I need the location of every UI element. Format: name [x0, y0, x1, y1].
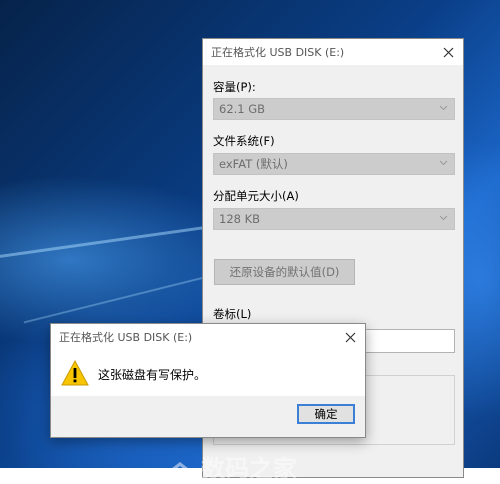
filesystem-select[interactable]: exFAT (默认)	[213, 153, 455, 175]
allocation-label: 分配单元大小(A)	[213, 189, 299, 203]
message-box-titlebar: 正在格式化 USB DISK (E:)	[51, 324, 365, 350]
volume-label: 卷标(L)	[213, 307, 252, 321]
capacity-select[interactable]: 62.1 GB	[213, 98, 455, 120]
watermark-logo-icon	[167, 461, 193, 480]
close-icon[interactable]	[339, 326, 361, 348]
capacity-value: 62.1 GB	[219, 102, 266, 116]
chevron-down-icon	[439, 105, 448, 111]
filesystem-value: exFAT (默认)	[219, 157, 288, 171]
capacity-label: 容量(P):	[213, 80, 256, 94]
ok-button[interactable]: 确定	[297, 404, 355, 424]
restore-defaults-button[interactable]: 还原设备的默认值(D)	[214, 259, 355, 285]
watermark-text: 数码之家	[201, 454, 297, 483]
allocation-select[interactable]: 128 KB	[213, 208, 455, 230]
message-box-body: 这张磁盘有写保护。	[51, 350, 365, 396]
chevron-down-icon	[439, 160, 448, 166]
format-dialog-title: 正在格式化 USB DISK (E:)	[211, 46, 345, 59]
message-text: 这张磁盘有写保护。	[98, 368, 207, 382]
allocation-value: 128 KB	[219, 212, 261, 226]
message-box-title: 正在格式化 USB DISK (E:)	[59, 331, 193, 344]
write-protect-message-box: 正在格式化 USB DISK (E:) 这张磁盘有写保护。 确定	[50, 323, 366, 438]
warning-icon	[61, 360, 89, 386]
close-icon[interactable]	[437, 41, 459, 63]
filesystem-label: 文件系统(F)	[213, 134, 275, 148]
watermark: 数码之家	[165, 449, 365, 483]
format-dialog-titlebar: 正在格式化 USB DISK (E:)	[203, 39, 463, 65]
chevron-down-icon	[439, 215, 448, 221]
